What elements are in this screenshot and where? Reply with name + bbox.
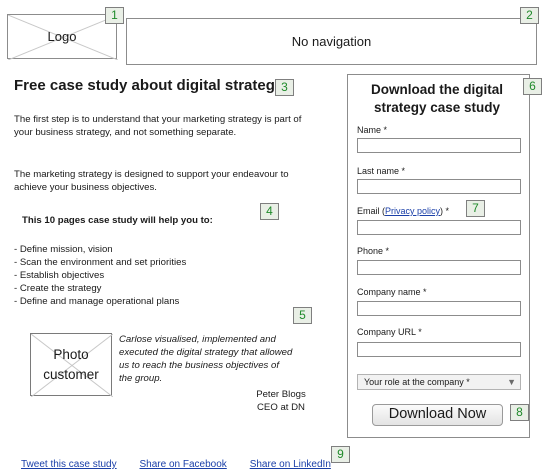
annotation-badge-9: 9: [331, 446, 350, 463]
testimonial-author: Peter Blogs: [256, 389, 306, 400]
name-input[interactable]: [357, 138, 521, 153]
role-select-value: Your role at the company *: [364, 377, 470, 387]
download-now-button[interactable]: Download Now: [372, 404, 503, 426]
share-links: Tweet this case study Share on Facebook …: [21, 454, 331, 472]
email-input[interactable]: [357, 220, 521, 235]
annotation-badge-6: 6: [523, 78, 542, 95]
email-label: Email (Privacy policy) *: [357, 206, 449, 216]
email-label-text: Email (: [357, 206, 386, 216]
list-item: - Define and manage operational plans: [14, 296, 180, 307]
annotation-badge-2: 2: [520, 7, 539, 24]
phone-input[interactable]: [357, 260, 521, 275]
company-name-input[interactable]: [357, 301, 521, 316]
linkedin-share-link[interactable]: Share on LinkedIn: [250, 459, 331, 470]
annotation-badge-1: 1: [105, 7, 124, 24]
intro-paragraph: The first step is to understand that you…: [14, 114, 302, 138]
company-url-input[interactable]: [357, 342, 521, 357]
list-item: - Scan the environment and set prioritie…: [14, 257, 187, 268]
strategy-paragraph: The marketing strategy is designed to su…: [14, 169, 289, 193]
annotation-badge-5: 5: [293, 307, 312, 324]
benefits-list: - Define mission, vision - Scan the envi…: [14, 243, 186, 308]
name-label: Name *: [357, 125, 388, 135]
email-label-suffix: ) *: [440, 206, 450, 216]
chevron-down-icon: ▼: [507, 377, 516, 387]
benefits-heading: This 10 pages case study will help you t…: [22, 215, 213, 226]
list-item: - Define mission, vision: [14, 244, 113, 255]
logo-placeholder: Logo: [7, 14, 118, 60]
annotation-badge-8: 8: [510, 404, 529, 421]
company-name-label: Company name *: [357, 287, 427, 297]
list-item: - Establish objectives: [14, 270, 105, 281]
form-title: Download the digital strategy case study: [371, 82, 503, 115]
phone-label: Phone *: [357, 246, 390, 256]
annotation-badge-4: 4: [260, 203, 279, 220]
list-item: - Create the strategy: [14, 283, 102, 294]
logo-label: Logo: [47, 29, 77, 44]
facebook-share-link[interactable]: Share on Facebook: [140, 459, 227, 470]
testimonial-signature: Peter Blogs CEO at DN: [246, 388, 316, 414]
page-title: Free case study about digital strategy: [14, 77, 284, 94]
tweet-link[interactable]: Tweet this case study: [21, 459, 117, 470]
photo-label-line1: Photo: [53, 347, 89, 362]
testimonial-quote: Carlose visualised, implemented and exec…: [119, 334, 293, 384]
navigation-label: No navigation: [291, 34, 372, 49]
privacy-policy-link[interactable]: Privacy policy: [385, 206, 440, 216]
customer-photo-placeholder: Photo customer: [30, 333, 113, 397]
annotation-badge-7: 7: [466, 200, 485, 217]
last-name-input[interactable]: [357, 179, 521, 194]
role-select[interactable]: Your role at the company * ▼: [357, 374, 521, 390]
company-url-label: Company URL *: [357, 327, 422, 337]
last-name-label: Last name *: [357, 166, 406, 176]
photo-label-line2: customer: [43, 367, 99, 382]
testimonial-role: CEO at DN: [257, 402, 305, 413]
photo-label: Photo customer: [31, 345, 111, 385]
navigation-placeholder: No navigation: [126, 18, 537, 65]
annotation-badge-3: 3: [275, 79, 294, 96]
